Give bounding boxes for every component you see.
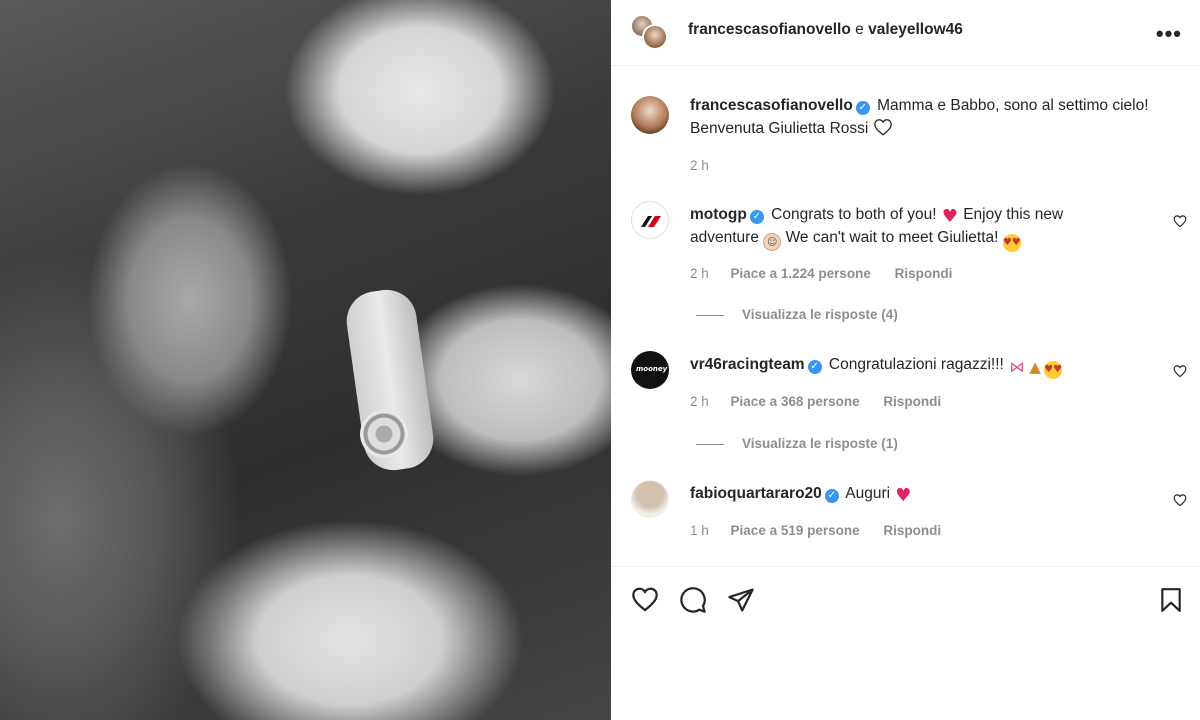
post-photo[interactable] [0, 0, 611, 720]
share-icon[interactable] [727, 586, 755, 614]
verified-badge-icon: ✓ [749, 210, 764, 224]
motogp-logo-icon [641, 216, 661, 227]
post-actions-bar [611, 566, 1200, 630]
caption-username[interactable]: francescasofianovello [690, 97, 853, 114]
more-options-icon[interactable]: ••• [1156, 21, 1182, 47]
comment-time[interactable]: 1 h [690, 523, 709, 538]
comment-meta: 1 h Piace a 519 persone Rispondi [690, 523, 961, 538]
view-replies-label: Visualizza le risposte (1) [742, 436, 898, 451]
caption-meta: 2 h [690, 158, 727, 173]
view-replies-button[interactable]: Visualizza le risposte (1) [696, 436, 898, 451]
comment-likes[interactable]: Piace a 1.224 persone [731, 266, 871, 281]
comment-username[interactable]: fabioquartararo20 [690, 485, 822, 502]
avatar[interactable] [631, 480, 669, 518]
comment-time[interactable]: 2 h [690, 394, 709, 409]
heart-eyes-emoji-icon: ♥♥ [1044, 361, 1063, 379]
comment-body: fabioquartararo20 ✓ Auguri ♥ [690, 482, 1120, 505]
bookmark-icon[interactable] [1158, 586, 1184, 614]
comment-body: vr46racingteam ✓ Congratulazioni ragazzi!… [690, 353, 1120, 379]
baby-emoji-icon: ☺ [763, 233, 782, 251]
authors-connector: e [855, 21, 864, 38]
reply-button[interactable]: Rispondi [883, 523, 941, 538]
author-username[interactable]: valeyellow46 [868, 21, 963, 38]
reply-button[interactable]: Rispondi [883, 394, 941, 409]
verified-badge-icon: ✓ [807, 360, 822, 374]
replies-divider [696, 314, 724, 316]
comment-meta: 2 h Piace a 368 persone Rispondi [690, 394, 961, 409]
comment-text: Auguri [845, 485, 891, 502]
party-popper-emoji-icon: ▲ [1029, 358, 1041, 376]
view-replies-label: Visualizza le risposte (4) [742, 307, 898, 322]
like-comment-heart-icon[interactable] [1173, 493, 1187, 507]
comments-list: francescasofianovello ✓ Mamma e Babbo, so… [611, 66, 1200, 566]
comment-likes[interactable]: Piace a 368 persone [731, 394, 860, 409]
view-replies-button[interactable]: Visualizza le risposte (4) [696, 307, 898, 322]
ribbon-emoji-icon: ⋈ [1009, 358, 1025, 376]
comment-icon[interactable] [679, 586, 707, 614]
avatar[interactable] [642, 24, 668, 50]
like-comment-heart-icon[interactable] [1173, 214, 1187, 228]
verified-badge-icon: ✓ [855, 101, 870, 115]
caption-time[interactable]: 2 h [690, 158, 709, 173]
comment-text: Congrats to both of you! [771, 206, 937, 223]
avatar[interactable]: mooney [631, 351, 669, 389]
caption-body: francescasofianovello ✓ Mamma e Babbo, so… [690, 94, 1180, 140]
comment-time[interactable]: 2 h [690, 266, 709, 281]
post-header: francescasofianovello e valeyellow46 ••• [611, 0, 1200, 66]
comment-username[interactable]: vr46racingteam [690, 356, 805, 373]
comment-text: Congratulazioni ragazzi!!! [828, 356, 1004, 373]
avatar-logo-text: mooney [636, 365, 668, 373]
comment-text: We can't wait to meet Giulietta! [785, 229, 999, 246]
red-heart-emoji-icon: ♥ [895, 485, 912, 506]
verified-badge-icon: ✓ [824, 489, 839, 503]
bracelet-clasp [360, 410, 408, 458]
heart-eyes-emoji-icon: ♥♥ [1002, 234, 1021, 252]
replies-divider [696, 443, 724, 445]
heart-icon[interactable] [631, 586, 659, 612]
like-comment-heart-icon[interactable] [1173, 364, 1187, 378]
comment-meta: 2 h Piace a 1.224 persone Rispondi [690, 266, 972, 281]
post-footer [611, 630, 1200, 720]
author-username[interactable]: francescasofianovello [688, 21, 851, 38]
collab-avatars[interactable] [630, 14, 670, 52]
reply-button[interactable]: Rispondi [895, 266, 953, 281]
heart-outline-icon [873, 119, 892, 136]
post-side-panel: francescasofianovello e valeyellow46 •••… [611, 0, 1200, 720]
avatar[interactable] [631, 96, 669, 134]
comment-body: motogp ✓ Congrats to both of you! ♥ Enjoy… [690, 203, 1120, 252]
comment-username[interactable]: motogp [690, 206, 747, 223]
post-authors: francescasofianovello e valeyellow46 [688, 21, 963, 39]
red-heart-emoji-icon: ♥ [941, 206, 958, 227]
avatar[interactable] [631, 201, 669, 239]
comment-likes[interactable]: Piace a 519 persone [731, 523, 860, 538]
